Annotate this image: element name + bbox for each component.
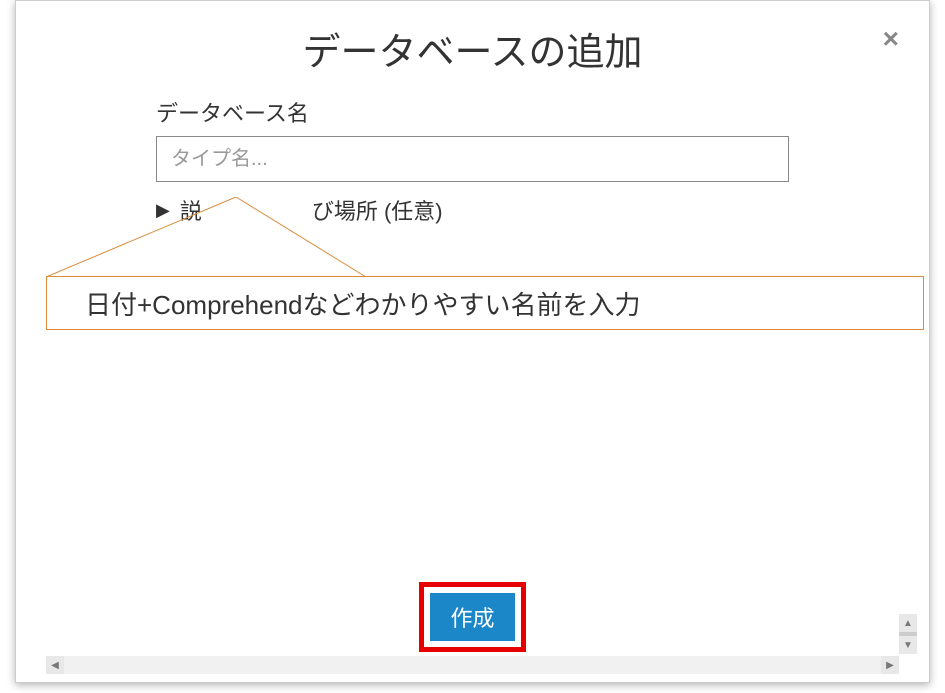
annotation-text: 日付+Comprehendなどわかりやすい名前を入力 <box>85 285 641 322</box>
collapse-label-prefix: 説 <box>180 194 202 226</box>
annotation-callout: 日付+Comprehendなどわかりやすい名前を入力 <box>46 276 924 330</box>
caret-right-icon: ▶ <box>156 201 170 219</box>
create-button-highlight: 作成 <box>419 582 525 652</box>
collapse-label-suffix: び場所 (任意) <box>312 194 443 226</box>
description-location-collapse[interactable]: ▶ 説 び場所 (任意) <box>156 194 789 226</box>
database-name-label: データベース名 <box>156 96 789 128</box>
close-icon[interactable]: × <box>883 25 899 53</box>
scroll-right-icon[interactable]: ▶ <box>881 656 899 674</box>
scroll-down-icon[interactable]: ▼ <box>899 636 917 654</box>
modal-body: データベース名 ▶ 説 び場所 (任意) <box>16 86 929 226</box>
vertical-scrollbar[interactable]: ▲ ▼ <box>899 614 917 654</box>
horizontal-scrollbar[interactable]: ◀ ▶ <box>46 656 899 674</box>
modal-dialog: データベースの追加 × データベース名 ▶ 説 び場所 (任意) 日付+Comp… <box>15 0 930 683</box>
database-name-input[interactable] <box>156 136 789 182</box>
modal-header: データベースの追加 × <box>16 1 929 86</box>
modal-footer: 作成 <box>16 582 929 652</box>
create-button[interactable]: 作成 <box>430 593 514 641</box>
modal-title: データベースの追加 <box>56 21 889 76</box>
scroll-left-icon[interactable]: ◀ <box>46 656 64 674</box>
scroll-up-icon[interactable]: ▲ <box>899 614 917 632</box>
